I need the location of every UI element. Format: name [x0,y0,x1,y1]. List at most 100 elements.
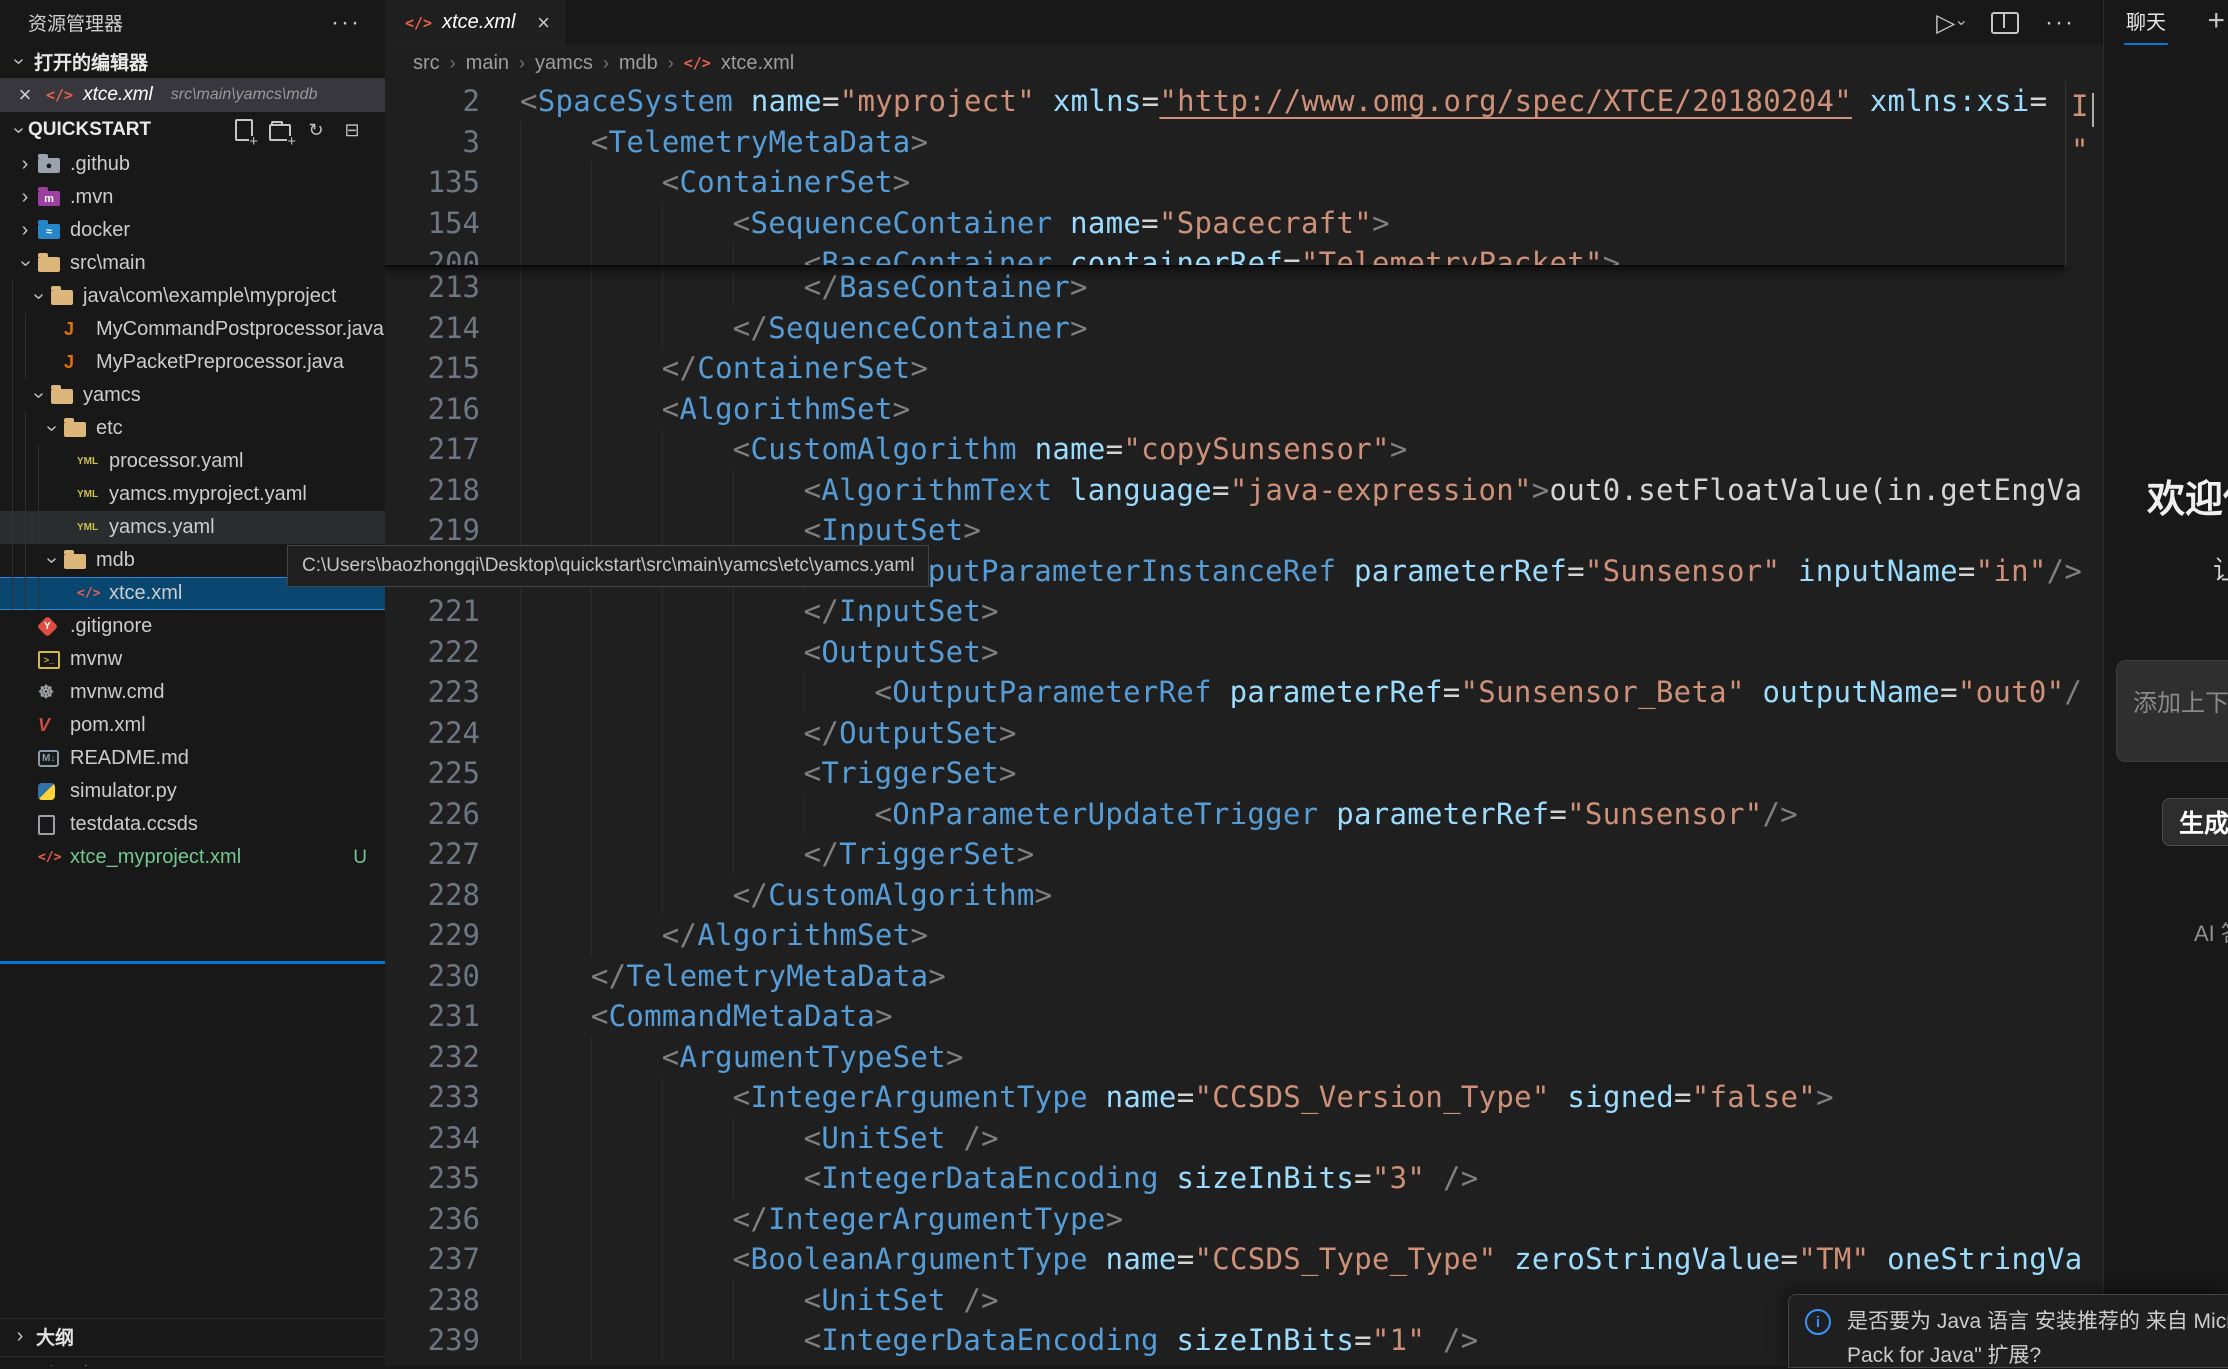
tab-chat[interactable]: 聊天 [2126,6,2166,39]
more-actions-icon[interactable]: ··· [2045,9,2075,37]
chevron-down-icon[interactable]: › [38,549,64,572]
tree-item-etc[interactable]: ›etc [0,412,385,445]
breadcrumb-item-mdb[interactable]: mdb [619,52,658,75]
code-line-235[interactable]: 235<IntegerDataEncoding sizeInBits="3" /… [385,1158,2082,1199]
code-token: > [1816,1080,1834,1114]
code-line-200[interactable]: 200<BaseContainer containerRef="Telemetr… [385,243,2065,267]
more-actions-icon[interactable]: ··· [331,9,361,37]
chevron-right-icon[interactable]: › [12,219,38,242]
tree-item-.github[interactable]: ›●.github [0,148,385,181]
tree-item-mypacketpreprocessor.java[interactable]: JMyPacketPreprocessor.java [0,346,385,379]
code-line-222[interactable]: 222<OutputSet> [385,632,2082,673]
code-line-3[interactable]: 3<TelemetryMetaData> [385,122,2065,163]
code-line-content: <ArgumentTypeSet> [480,1037,964,1078]
code-line-225[interactable]: 225<TriggerSet> [385,753,2082,794]
code-line-232[interactable]: 232<ArgumentTypeSet> [385,1037,2082,1078]
tree-item-docker[interactable]: ›≈docker [0,214,385,247]
new-file-button[interactable] [233,119,255,141]
chevron-down-icon[interactable]: › [38,417,64,440]
chevron-right-icon[interactable]: › [12,186,38,209]
code-line-227[interactable]: 227</TriggerSet> [385,834,2082,875]
code-line-228[interactable]: 228</CustomAlgorithm> [385,875,2082,916]
new-folder-button[interactable] [269,119,291,141]
code-line-221[interactable]: 221</InputSet> [385,591,2082,632]
timeline-section-header[interactable]: › 时间线 [0,1356,385,1366]
code-line-218[interactable]: 218<AlgorithmText language="java-express… [385,470,2082,511]
code-line-231[interactable]: 231<CommandMetaData> [385,996,2082,1037]
breadcrumb-item-yamcs[interactable]: yamcs [535,52,593,75]
code-line-233[interactable]: 233<IntegerArgumentType name="CCSDS_Vers… [385,1077,2082,1118]
line-number: 215 [385,348,480,389]
tree-item-readme.md[interactable]: M↓README.md [0,742,385,775]
tree-item-java-com-example-myproject[interactable]: ›java\com\example\myproject [0,280,385,313]
sticky-scroll[interactable]: 2<SpaceSystem name="myproject" xmlns="ht… [385,81,2065,267]
breadcrumb-item-xtce.xml[interactable]: xtce.xml [721,52,794,75]
breadcrumb-item-main[interactable]: main [466,52,509,75]
indent-guide [591,243,662,267]
code-line-135[interactable]: 135<ContainerSet> [385,162,2065,203]
chevron-right-icon[interactable]: › [12,153,38,176]
code-line-237[interactable]: 237<BooleanArgumentType name="CCSDS_Type… [385,1239,2082,1280]
chevron-down-icon[interactable]: › [25,384,51,407]
code-line-214[interactable]: 214</SequenceContainer> [385,308,2082,349]
tree-item-src-main[interactable]: ›src\main [0,247,385,280]
code-line-230[interactable]: 230</TelemetryMetaData> [385,956,2082,997]
outline-section-header[interactable]: › 大纲 [0,1318,385,1354]
tree-item-processor.yaml[interactable]: YMLprocessor.yaml [0,445,385,478]
code-line-223[interactable]: 223<OutputParameterRef parameterRef="Sun… [385,672,2082,713]
open-editors-header[interactable]: › 打开的编辑器 [0,45,385,78]
tree-item-xtce_myproject.xml[interactable]: </>xtce_myproject.xmlU [0,841,385,874]
chat-input[interactable]: 添加上下文( [2116,660,2228,762]
close-icon[interactable]: × [537,10,550,36]
code-line-226[interactable]: 226<OnParameterUpdateTrigger parameterRe… [385,794,2082,835]
close-icon[interactable]: × [14,82,36,108]
code-token: </ [591,959,627,993]
code-line-216[interactable]: 216<AlgorithmSet> [385,389,2082,430]
open-editor-item-xtce[interactable]: × </> xtce.xml src\main\yamcs\mdb [0,78,385,112]
code-token [1318,797,1336,831]
project-section-header[interactable]: › QUICKSTART ↻ ⊟ [0,112,385,148]
code-line-229[interactable]: 229</AlgorithmSet> [385,915,2082,956]
split-editor-icon[interactable] [1991,12,2019,34]
run-dropdown-icon[interactable]: › [1959,13,1965,33]
tree-item-testdata.ccsds[interactable]: testdata.ccsds [0,808,385,841]
indent-guide [591,632,662,673]
code-token: "out0" [1958,675,2065,709]
breadcrumb-item-src[interactable]: src [413,52,440,75]
tree-item-yamcs[interactable]: ›yamcs [0,379,385,412]
tree-item-pom.xml[interactable]: Vpom.xml [0,709,385,742]
line-number: 200 [385,243,480,267]
new-chat-button[interactable]: + [2207,4,2225,38]
tree-item-label: testdata.ccsds [70,813,198,836]
collapse-all-button[interactable]: ⊟ [341,119,363,141]
code-token: < [804,1283,822,1317]
tab-xtce-xml[interactable]: </> xtce.xml × [385,0,565,45]
tree-item-simulator.py[interactable]: simulator.py [0,775,385,808]
code-line-215[interactable]: 215</ContainerSet> [385,348,2082,389]
indent-guide [591,348,662,389]
chevron-down-icon[interactable]: › [25,285,51,308]
code-area[interactable]: 213</BaseContainer>214</SequenceContaine… [385,267,2082,1366]
code-line-2[interactable]: 2<SpaceSystem name="myproject" xmlns="ht… [385,81,2065,122]
tree-item-mycommandpostprocessor.java[interactable]: JMyCommandPostprocessor.java [0,313,385,346]
code-token: "Sunsensor" [1585,554,1780,588]
chevron-down-icon[interactable]: › [12,252,38,275]
panel-sash[interactable] [0,961,385,964]
code-line-224[interactable]: 224</OutputSet> [385,713,2082,754]
refresh-button[interactable]: ↻ [305,119,327,141]
tree-item-mvnw[interactable]: >_mvnw [0,643,385,676]
generate-button[interactable]: 生成工 [2162,798,2228,846]
tree-item-.gitignore[interactable]: Y.gitignore [0,610,385,643]
code-line-213[interactable]: 213</BaseContainer> [385,267,2082,308]
tree-item-yamcs.yaml[interactable]: YMLyamcs.yaml [0,511,385,544]
code-token: containerRef [1070,246,1283,267]
tree-item-yamcs.myproject.yaml[interactable]: YMLyamcs.myproject.yaml [0,478,385,511]
code-line-154[interactable]: 154<SequenceContainer name="Spacecraft"> [385,203,2065,244]
tree-item-mvnw.cmd[interactable]: ☸mvnw.cmd [0,676,385,709]
tree-item-.mvn[interactable]: ›m.mvn [0,181,385,214]
code-line-236[interactable]: 236</IntegerArgumentType> [385,1199,2082,1240]
code-line-217[interactable]: 217<CustomAlgorithm name="copySunsensor"… [385,429,2082,470]
code-token: = [2030,84,2048,118]
code-line-234[interactable]: 234<UnitSet /> [385,1118,2082,1159]
notification-toast[interactable]: i 是否要为 Java 语言 安装推荐的 来自 Microsoft Pack f… [1788,1294,2228,1368]
